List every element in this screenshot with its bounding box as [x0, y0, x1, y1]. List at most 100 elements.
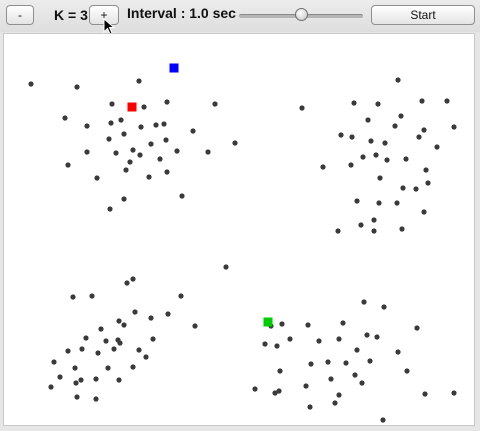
data-point	[262, 341, 268, 347]
data-point	[444, 98, 450, 104]
data-point	[161, 121, 167, 127]
data-point	[419, 98, 425, 104]
data-point	[338, 132, 344, 138]
data-point	[93, 376, 99, 382]
data-point	[299, 105, 305, 111]
data-point	[163, 137, 169, 143]
data-point	[62, 115, 68, 121]
data-point	[305, 322, 311, 328]
data-point	[136, 78, 142, 84]
data-point	[94, 175, 100, 181]
data-point	[425, 180, 431, 186]
data-point	[395, 349, 401, 355]
data-point	[394, 200, 400, 206]
data-point	[121, 196, 127, 202]
data-point	[28, 81, 34, 87]
data-point	[141, 104, 147, 110]
data-point	[48, 384, 54, 390]
data-point	[84, 123, 90, 129]
data-point	[205, 149, 211, 155]
data-point	[164, 99, 170, 105]
data-point	[416, 134, 422, 140]
data-point	[303, 383, 309, 389]
data-point	[380, 417, 386, 423]
data-point	[116, 318, 122, 324]
data-point	[354, 198, 360, 204]
data-point	[118, 117, 124, 123]
data-point	[223, 264, 229, 270]
data-point	[287, 336, 293, 342]
data-point	[65, 162, 71, 168]
data-point	[451, 390, 457, 396]
data-point	[121, 322, 127, 328]
data-point	[371, 228, 377, 234]
data-point	[373, 152, 379, 158]
data-point	[332, 400, 338, 406]
data-point	[351, 100, 357, 106]
data-point	[320, 164, 326, 170]
data-point	[375, 101, 381, 107]
data-point	[400, 185, 406, 191]
data-point	[307, 404, 313, 410]
data-point	[146, 174, 152, 180]
data-point	[364, 332, 370, 338]
data-point	[399, 226, 405, 232]
data-point	[95, 350, 101, 356]
data-point	[113, 150, 119, 156]
data-point	[130, 147, 136, 153]
centroid-blue	[169, 63, 179, 73]
data-point	[392, 123, 398, 129]
data-point	[73, 380, 79, 386]
data-point	[316, 338, 322, 344]
data-point	[359, 380, 365, 386]
data-point	[174, 148, 180, 154]
data-point	[192, 323, 198, 329]
centroid-green	[263, 317, 273, 327]
data-point	[106, 136, 112, 142]
data-point	[365, 117, 371, 123]
data-point	[157, 156, 163, 162]
data-point	[136, 347, 142, 353]
data-point	[70, 294, 76, 300]
data-point	[123, 167, 129, 173]
data-point	[354, 347, 360, 353]
data-point	[377, 175, 383, 181]
data-point	[212, 101, 218, 107]
data-point	[398, 113, 404, 119]
data-point	[352, 372, 358, 378]
data-point	[381, 304, 387, 310]
data-point	[336, 336, 342, 342]
data-point	[422, 391, 428, 397]
data-point	[51, 359, 57, 365]
data-point	[403, 156, 409, 162]
data-point	[190, 128, 196, 134]
data-point	[83, 335, 89, 341]
data-point	[132, 309, 138, 315]
data-point	[368, 138, 374, 144]
data-point	[434, 144, 440, 150]
data-point	[89, 293, 95, 299]
data-point	[328, 376, 334, 382]
data-point	[130, 364, 136, 370]
data-point	[78, 377, 84, 383]
data-point	[421, 209, 427, 215]
data-point	[382, 140, 388, 146]
data-point	[340, 320, 346, 326]
data-point	[414, 325, 420, 331]
data-point	[361, 299, 367, 305]
data-point	[108, 120, 114, 126]
data-point	[451, 124, 457, 130]
data-point	[348, 162, 354, 168]
data-point	[57, 374, 63, 380]
data-point	[423, 167, 429, 173]
data-point	[127, 159, 133, 165]
data-point	[325, 359, 331, 365]
data-point	[232, 140, 238, 146]
data-point	[277, 368, 283, 374]
data-point	[395, 77, 401, 83]
cluster-plot	[28, 63, 457, 423]
data-point	[124, 280, 130, 286]
data-point	[116, 377, 122, 383]
data-point	[105, 365, 111, 371]
data-point	[371, 217, 377, 223]
